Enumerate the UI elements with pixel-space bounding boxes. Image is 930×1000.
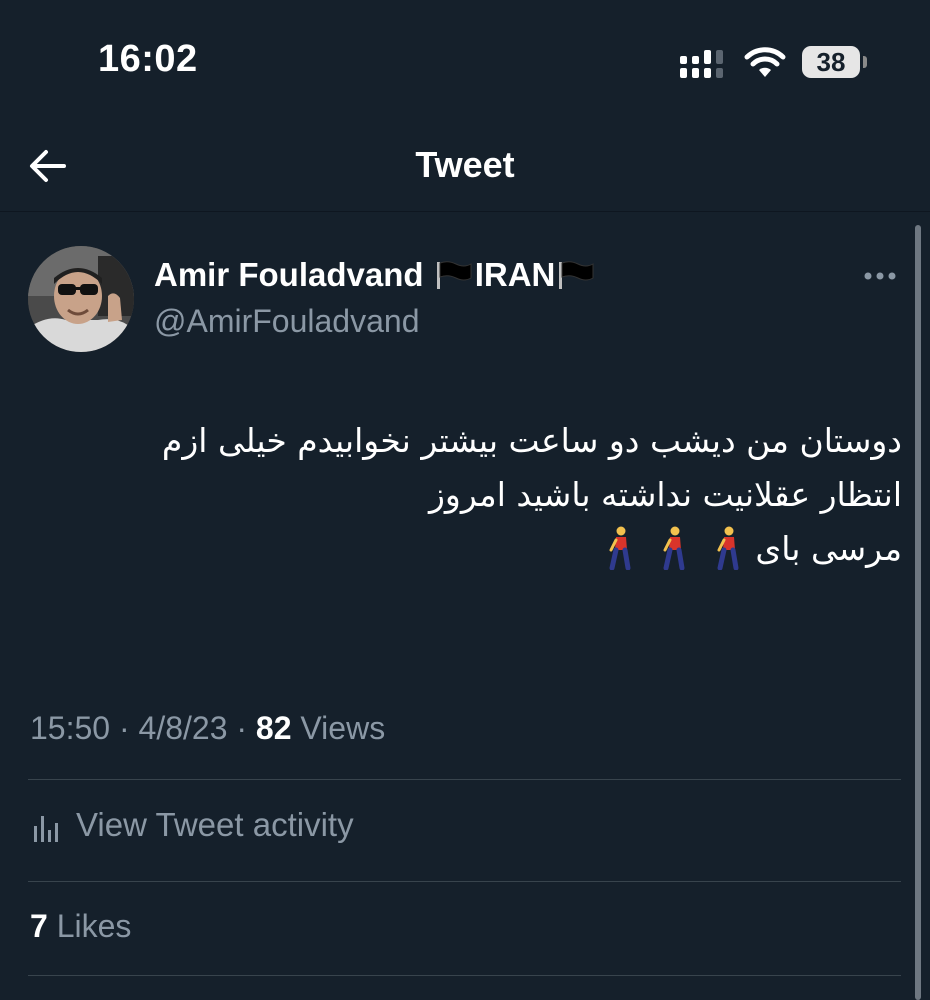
tweet-time: 15:50 [30,710,111,746]
author-name-suffix: IRAN [474,256,556,293]
black-flag-icon [436,261,472,289]
tweet-header: Tweet [0,120,930,212]
status-time: 16:02 [98,38,198,80]
author-handle[interactable]: @AmirFouladvand [154,303,419,340]
avatar[interactable] [28,246,134,352]
analytics-bar-chart-icon [34,816,58,842]
person-walking-icon [663,526,685,570]
tweet-text-line: انتظار عقلانیت نداشته باشید امروز [428,475,902,514]
views-label: Views [300,710,386,746]
tweet-text-last: مرسی بای [755,529,902,568]
wifi-icon [744,47,786,77]
battery-icon: 38 [802,46,868,80]
more-options-icon[interactable] [860,264,900,288]
tweet-date: 4/8/23 [138,710,228,746]
tweet-text-line: مرسی بای [60,522,902,576]
views-count: 82 [255,710,292,746]
meta-separator: · [118,710,130,746]
tweet-text: دوستان من دیشب دو ساعت بیشتر نخوابیدم خی… [60,414,902,576]
battery-level: 38 [816,47,846,77]
page-title: Tweet [415,144,515,185]
status-bar: 16:02 38 [0,0,930,120]
likes-link[interactable]: 7 Likes [30,908,131,945]
divider [28,779,901,780]
scrollbar[interactable] [915,225,921,1000]
likes-count: 7 [30,908,48,944]
meta-separator: · [236,710,248,746]
person-walking-icon [609,526,631,570]
divider [28,881,901,882]
header-divider [0,211,930,212]
likes-label: Likes [56,908,132,944]
person-walking-icon [717,526,739,570]
divider [28,975,901,976]
battery-tip [863,56,867,68]
view-activity-label: View Tweet activity [76,806,354,843]
black-flag-icon [559,261,594,289]
cellular-signal-icon [680,50,723,78]
author-name-row[interactable]: Amir Fouladvand IRAN [154,256,597,294]
tweet-meta: 15:50 · 4/8/23 · 82 Views [30,710,385,747]
profile-photo [28,246,134,352]
author-name: Amir Fouladvand [154,256,424,293]
tweet-text-line: دوستان من دیشب دو ساعت بیشتر نخوابیدم خی… [161,421,902,460]
